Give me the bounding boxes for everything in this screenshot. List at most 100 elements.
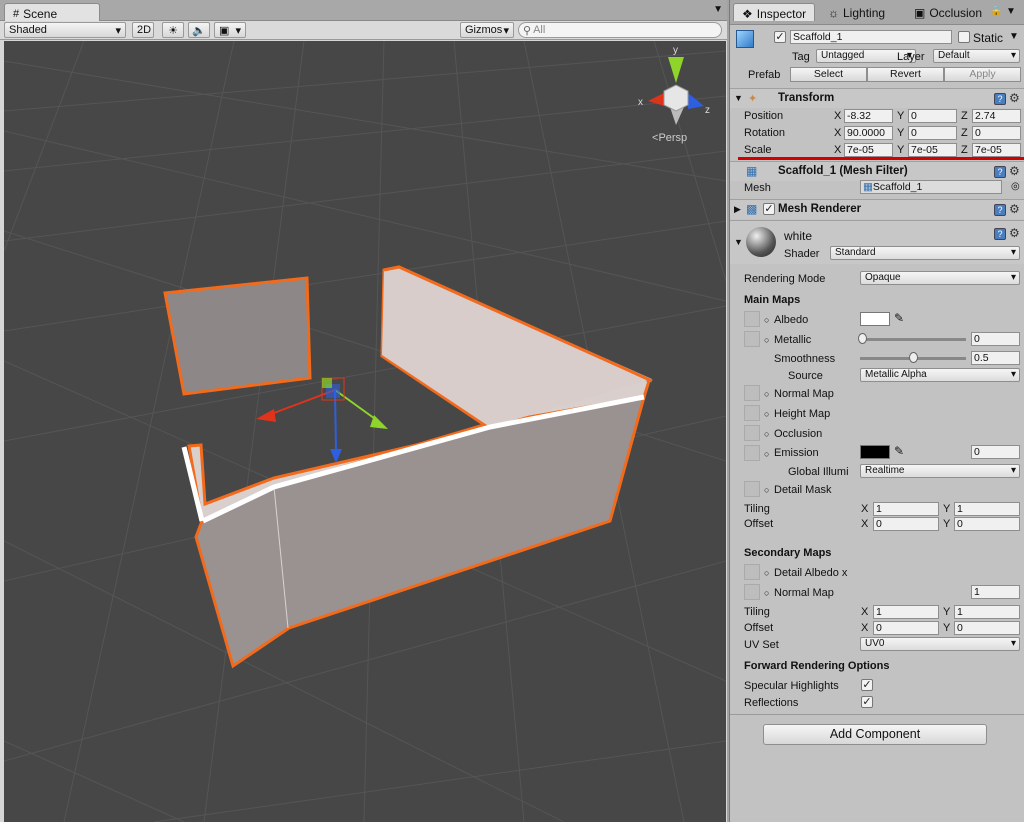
object-picker-icon[interactable]: ◎ bbox=[1011, 181, 1020, 192]
smoothness-slider-thumb[interactable] bbox=[909, 352, 918, 363]
position-z-field[interactable]: 2.74 bbox=[972, 109, 1021, 123]
lighting-toggle-button[interactable]: ☀ bbox=[162, 22, 184, 38]
texture-picker-icon[interactable]: ○ bbox=[764, 429, 769, 439]
tab-lighting[interactable]: ☼ Lighting bbox=[820, 3, 898, 21]
position-x-field[interactable]: -8.32 bbox=[844, 109, 893, 123]
audio-toggle-button[interactable]: 🔈 bbox=[188, 22, 210, 38]
perspective-label[interactable]: <Persp bbox=[652, 132, 687, 144]
tab-scene[interactable]: # Scene bbox=[4, 3, 100, 21]
move-gizmo[interactable] bbox=[256, 377, 388, 463]
scale-x-field[interactable]: 7e-05 bbox=[844, 143, 893, 157]
secondary-tiling-x-field[interactable]: 1 bbox=[873, 605, 939, 619]
smoothness-value-field[interactable]: 0.5 bbox=[971, 351, 1020, 365]
prefab-revert-button[interactable]: Revert bbox=[867, 67, 944, 82]
mesh-renderer-enabled-checkbox[interactable]: ✓ bbox=[763, 203, 775, 215]
height-map-slot[interactable] bbox=[744, 405, 760, 421]
tiling-x-field[interactable]: 1 bbox=[873, 502, 939, 516]
object-name-field[interactable]: Scaffold_1 bbox=[790, 30, 952, 44]
add-component-button[interactable]: Add Component bbox=[763, 724, 987, 745]
secondary-tiling-y-field[interactable]: 1 bbox=[954, 605, 1020, 619]
emission-value-field[interactable]: 0 bbox=[971, 445, 1020, 459]
tab-occlusion[interactable]: ▣ Occlusion bbox=[906, 3, 988, 21]
global-illumination-dropdown[interactable]: Realtime bbox=[860, 464, 1020, 478]
emission-color-swatch[interactable] bbox=[860, 445, 890, 459]
secondary-normal-scale-field[interactable]: 1 bbox=[971, 585, 1020, 599]
texture-picker-icon[interactable]: ○ bbox=[764, 409, 769, 419]
texture-picker-icon[interactable]: ○ bbox=[764, 315, 769, 325]
material-header[interactable]: ▼ white Shader Standard ? ⚙ bbox=[730, 220, 1024, 264]
metallic-value-field[interactable]: 0 bbox=[971, 332, 1020, 346]
static-dropdown-icon[interactable]: ▼ bbox=[1009, 31, 1019, 42]
texture-picker-icon[interactable]: ○ bbox=[764, 588, 769, 598]
rendering-mode-dropdown[interactable]: Opaque bbox=[860, 271, 1020, 285]
texture-picker-icon[interactable]: ○ bbox=[764, 449, 769, 459]
texture-picker-icon[interactable]: ○ bbox=[764, 335, 769, 345]
prefab-select-button[interactable]: Select bbox=[790, 67, 867, 82]
mesh-renderer-header[interactable]: ▶ ▩ ✓ Mesh Renderer ? ⚙ bbox=[730, 199, 1024, 219]
transform-header[interactable]: ▼ ✦ Transform ? ⚙ bbox=[730, 88, 1024, 108]
metallic-slider[interactable] bbox=[860, 338, 966, 341]
source-dropdown[interactable]: Metallic Alpha bbox=[860, 368, 1020, 382]
gear-icon[interactable]: ⚙ bbox=[1009, 91, 1020, 105]
tiling-y-field[interactable]: 1 bbox=[954, 502, 1020, 516]
detail-albedo-slot[interactable] bbox=[744, 564, 760, 580]
window-menu-icon[interactable]: ▼ bbox=[713, 4, 723, 15]
secondary-maps-heading: Secondary Maps bbox=[744, 547, 832, 559]
texture-picker-icon[interactable]: ○ bbox=[764, 568, 769, 578]
gear-icon[interactable]: ⚙ bbox=[1009, 164, 1020, 178]
source-label: Source bbox=[788, 370, 823, 382]
metallic-slider-thumb[interactable] bbox=[858, 333, 867, 344]
layer-dropdown[interactable]: Default bbox=[933, 49, 1020, 63]
normal-map-slot[interactable] bbox=[744, 385, 760, 401]
gear-icon[interactable]: ⚙ bbox=[1009, 226, 1020, 240]
mesh-object-field[interactable]: ▦Scaffold_1 bbox=[860, 180, 1002, 194]
eyedropper-icon[interactable]: ✎ bbox=[894, 444, 904, 458]
offset-y-field[interactable]: 0 bbox=[954, 517, 1020, 531]
tab-inspector[interactable]: ❖ Inspector bbox=[733, 3, 815, 21]
help-icon[interactable]: ? bbox=[994, 166, 1006, 178]
metallic-texture-slot[interactable] bbox=[744, 331, 760, 347]
reflections-checkbox[interactable]: ✓ bbox=[861, 696, 873, 708]
scene-search-input[interactable]: ⚲ All bbox=[518, 22, 722, 38]
secondary-offset-y-field[interactable]: 0 bbox=[954, 621, 1020, 635]
scene-viewport[interactable]: y x z <Persp bbox=[4, 41, 726, 822]
specular-highlights-label: Specular Highlights bbox=[744, 680, 839, 692]
effects-dropdown[interactable]: ▣ ▾ bbox=[214, 22, 246, 38]
lock-icon[interactable]: 🔒 bbox=[990, 6, 1002, 17]
emission-slot[interactable] bbox=[744, 445, 760, 461]
secondary-normal-map-slot[interactable] bbox=[744, 584, 760, 600]
rotation-z-field[interactable]: 0 bbox=[972, 126, 1021, 140]
secondary-offset-x-field[interactable]: 0 bbox=[873, 621, 939, 635]
rotation-x-field[interactable]: 90.0000 bbox=[844, 126, 893, 140]
scale-z-field[interactable]: 7e-05 bbox=[972, 143, 1021, 157]
help-icon[interactable]: ? bbox=[994, 93, 1006, 105]
mesh-filter-header[interactable]: ▦ Scaffold_1 (Mesh Filter) ? ⚙ bbox=[730, 161, 1024, 181]
scale-y-field[interactable]: 7e-05 bbox=[908, 143, 957, 157]
uv-set-dropdown[interactable]: UV0 bbox=[860, 637, 1020, 651]
2d-toggle-button[interactable]: 2D bbox=[132, 22, 154, 38]
occlusion-slot[interactable] bbox=[744, 425, 760, 441]
window-menu-icon[interactable]: ▼ bbox=[1006, 6, 1016, 17]
floating-wall-panel[interactable] bbox=[163, 276, 312, 396]
help-icon[interactable]: ? bbox=[994, 228, 1006, 240]
mesh-label: Mesh bbox=[744, 182, 771, 194]
active-checkbox[interactable]: ✓ bbox=[774, 31, 786, 43]
albedo-texture-slot[interactable] bbox=[744, 311, 760, 327]
position-y-field[interactable]: 0 bbox=[908, 109, 957, 123]
shader-dropdown[interactable]: Standard bbox=[830, 246, 1020, 260]
detail-mask-slot[interactable] bbox=[744, 481, 760, 497]
static-checkbox[interactable] bbox=[958, 31, 970, 43]
scene-3d-view[interactable]: y x z <Persp bbox=[4, 41, 726, 822]
texture-picker-icon[interactable]: ○ bbox=[764, 485, 769, 495]
eyedropper-icon[interactable]: ✎ bbox=[894, 311, 904, 325]
gear-icon[interactable]: ⚙ bbox=[1009, 202, 1020, 216]
scaffold-wall-front[interactable] bbox=[194, 395, 647, 669]
offset-x-field[interactable]: 0 bbox=[873, 517, 939, 531]
texture-picker-icon[interactable]: ○ bbox=[764, 389, 769, 399]
help-icon[interactable]: ? bbox=[994, 204, 1006, 216]
specular-highlights-checkbox[interactable]: ✓ bbox=[861, 679, 873, 691]
rotation-y-field[interactable]: 0 bbox=[908, 126, 957, 140]
shading-mode-dropdown[interactable]: Shaded ▾ bbox=[4, 22, 126, 38]
gizmos-dropdown[interactable]: Gizmos ▾ bbox=[460, 22, 514, 38]
albedo-color-swatch[interactable] bbox=[860, 312, 890, 326]
